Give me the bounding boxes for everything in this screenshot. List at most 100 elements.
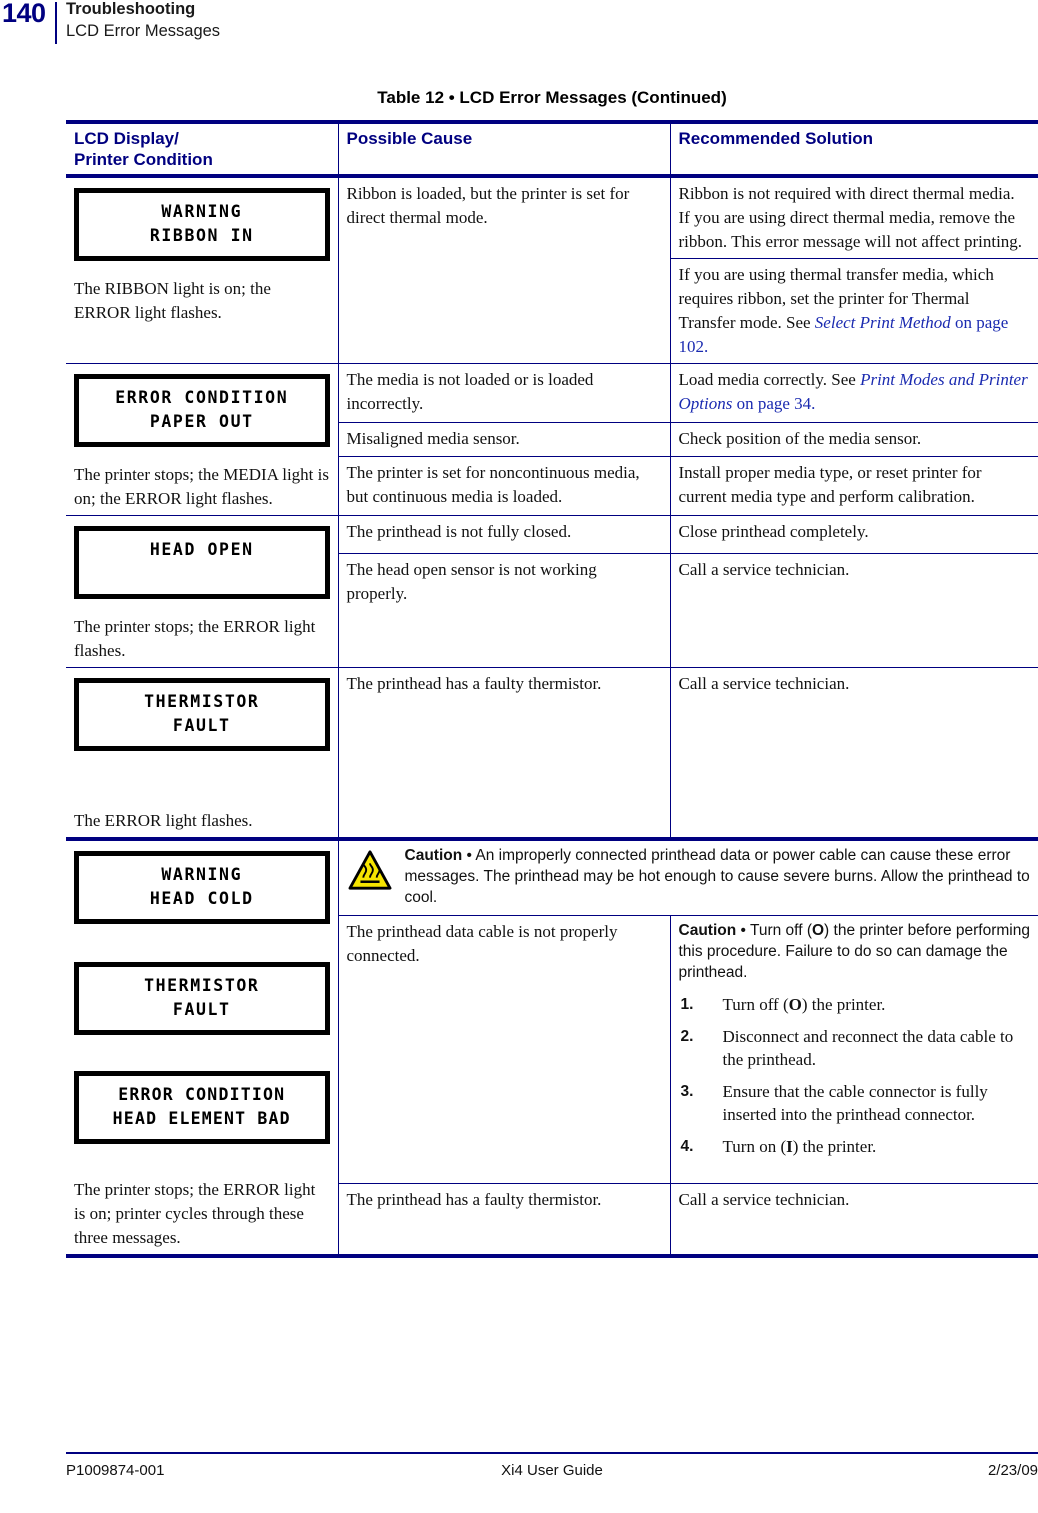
recommended-solution-cell: Call a service technician. (669, 553, 1038, 668)
hot-surface-warning-icon (347, 849, 393, 891)
inline-caution-note: Caution • Turn off (O) the printer befor… (679, 920, 1031, 983)
lcd-line-1: THERMISTOR (144, 976, 260, 995)
possible-cause-cell: The printhead has a faulty thermistor. (337, 667, 670, 841)
step-number: 3. (680, 1083, 694, 1101)
possible-cause-cell: The head open sensor is not working prop… (337, 553, 670, 668)
lcd-line-2: RIBBON IN (149, 226, 254, 245)
table-body: WARNING RIBBON IN The RIBBON light is on… (66, 174, 1038, 1258)
lcd-line-2: HEAD ELEMENT BAD (112, 1109, 291, 1128)
caution-label: Caution (678, 922, 737, 940)
step-text-b: ) the printer. (801, 995, 886, 1015)
caution-banner: Caution • An improperly connected printh… (347, 845, 1031, 908)
lcd-line-2 (83, 562, 321, 586)
recommended-solution-cell: Load media correctly. See Print Modes an… (669, 363, 1038, 423)
footer-document-number: P1009874-001 (66, 1462, 165, 1479)
lcd-display-thermistor-fault: THERMISTOR FAULT (74, 678, 330, 751)
table-row: WARNING RIBBON IN The RIBBON light is on… (66, 174, 1038, 364)
lcd-line-1: ERROR CONDITION (115, 388, 289, 407)
page-number: 140 (2, 0, 46, 28)
condition-cell-head-open: HEAD OPEN The printer stops; the ERROR l… (66, 515, 338, 668)
solution-text-pre: Load media correctly. See (678, 370, 861, 389)
lcd-line-2: PAPER OUT (149, 412, 254, 431)
header-titles: Troubleshooting LCD Error Messages (66, 0, 220, 42)
lcd-error-messages-table: LCD Display/ Printer Condition Possible … (66, 120, 1038, 1258)
possible-cause-cell: The printer is set for noncontinuous med… (337, 456, 670, 516)
caution-banner-cell: Caution • An improperly connected printh… (337, 839, 1038, 917)
recommended-solution-cell: Caution • Turn off (O) the printer befor… (669, 915, 1038, 1184)
list-item: 1. Turn off (O) the printer. (679, 993, 1031, 1016)
section-title: LCD Error Messages (66, 22, 221, 40)
printer-condition-text: The printer stops; the ERROR light flash… (74, 617, 316, 660)
table-caption: Table 12 • LCD Error Messages (Continued… (377, 88, 727, 107)
condition-cell-paper-out: ERROR CONDITION PAPER OUT The printer st… (66, 363, 338, 516)
lcd-display-thermistor-fault-2: THERMISTOR FAULT (74, 962, 330, 1035)
cross-reference-link[interactable]: Select Print Method (815, 313, 951, 332)
lcd-display-warning-head-cold: WARNING HEAD COLD (74, 851, 330, 924)
caution-body: An improperly connected printhead data o… (404, 847, 1030, 906)
caution-text-a: Turn off ( (749, 922, 812, 940)
page-footer: P1009874-001 Xi4 User Guide 2/23/09 (66, 1462, 1038, 1479)
step-text-a: Ensure that the cable connector is fully… (722, 1082, 988, 1125)
condition-cell-thermistor-fault: THERMISTOR FAULT The ERROR light flashes… (66, 667, 338, 841)
step-number: 1. (680, 996, 694, 1014)
list-item: 3. Ensure that the cable connector is ful… (679, 1080, 1031, 1126)
lcd-line-2: FAULT (172, 1000, 231, 1019)
recommended-solution-cell: Check position of the media sensor. (669, 422, 1038, 458)
chapter-title: Troubleshooting (66, 0, 196, 18)
list-item: 2. Disconnect and reconnect the data cabl… (679, 1025, 1031, 1071)
step-number: 4. (680, 1138, 694, 1156)
possible-cause-cell: The printhead is not fully closed. (337, 515, 670, 554)
possible-cause-cell: The media is not loaded or is loaded inc… (337, 363, 670, 423)
lcd-line-2: FAULT (172, 716, 231, 735)
condition-cell-head-cold-group: WARNING HEAD COLD THERMISTOR FAULT ERROR… (66, 839, 338, 1258)
lcd-line-1: WARNING (161, 865, 243, 884)
caution-banner-text: Caution • An improperly connected printh… (405, 845, 1031, 908)
power-symbol-off: O (811, 922, 825, 940)
column-header-lcd-display-line2: Printer Condition (74, 150, 213, 169)
table-row: HEAD OPEN The printer stops; the ERROR l… (66, 515, 1038, 668)
footer-date: 2/23/09 (987, 1462, 1038, 1479)
recommended-solution-cell: Close printhead completely. (669, 515, 1038, 554)
step-text-a: Disconnect and reconnect the data cable … (722, 1027, 1014, 1070)
lcd-line-1: HEAD OPEN (149, 540, 254, 559)
possible-cause-cell: The printhead data cable is not properly… (337, 915, 670, 1184)
column-header-lcd-display-line1: LCD Display/ (74, 129, 179, 148)
lcd-line-2: HEAD COLD (149, 889, 254, 908)
column-header-lcd-display: LCD Display/ Printer Condition (66, 120, 338, 177)
lcd-display-error-condition-head-element-bad: ERROR CONDITION HEAD ELEMENT BAD (74, 1071, 330, 1144)
recommended-solution-cell: Ribbon is not required with direct therm… (669, 174, 1038, 259)
possible-cause-cell: The printhead has a faulty thermistor. (337, 1183, 670, 1258)
footer-divider-rule (66, 1452, 1038, 1454)
recommended-solution-cell: Call a service technician. (669, 1183, 1038, 1258)
table-header: LCD Display/ Printer Condition Possible … (66, 120, 1038, 177)
step-text-a: Turn off ( (722, 995, 789, 1015)
lcd-line-1: THERMISTOR (144, 692, 260, 711)
printer-condition-text: The ERROR light flashes. (74, 811, 253, 830)
footer-guide-title: Xi4 User Guide (501, 1462, 603, 1479)
table-row: WARNING HEAD COLD THERMISTOR FAULT ERROR… (66, 839, 1038, 1258)
table-row: ERROR CONDITION PAPER OUT The printer st… (66, 363, 1038, 516)
caution-separator: • (736, 922, 750, 940)
condition-cell-ribbon-in: WARNING RIBBON IN The RIBBON light is on… (66, 174, 338, 364)
lcd-line-1: ERROR CONDITION (118, 1085, 286, 1104)
caution-label: Caution (404, 847, 463, 864)
power-symbol-off: O (788, 995, 802, 1015)
caution-separator: • (462, 847, 476, 864)
step-text-b: ) the printer. (792, 1137, 877, 1157)
lcd-display-head-open: HEAD OPEN (74, 526, 330, 599)
printer-condition-text: The printer stops; the ERROR light is on… (74, 1180, 316, 1247)
lcd-display-error-condition-paper-out: ERROR CONDITION PAPER OUT (74, 374, 330, 447)
column-header-possible-cause: Possible Cause (337, 120, 670, 177)
table-header-row: LCD Display/ Printer Condition Possible … (66, 120, 1038, 177)
possible-cause-cell: Misaligned media sensor. (337, 422, 670, 458)
printer-condition-text: The RIBBON light is on; the ERROR light … (74, 279, 271, 322)
table-row: THERMISTOR FAULT The ERROR light flashes… (66, 667, 1038, 841)
procedure-steps-list: 1. Turn off (O) the printer. 2. Disconnect… (679, 993, 1031, 1158)
cross-reference-page[interactable]: on page 34. (732, 394, 816, 413)
step-text-a: Turn on ( (722, 1137, 787, 1157)
page-header: 140 Troubleshooting LCD Error Messages (0, 0, 1038, 56)
recommended-solution-cell: Install proper media type, or reset prin… (669, 456, 1038, 516)
column-header-recommended-solution: Recommended Solution (669, 120, 1038, 177)
printer-condition-text: The printer stops; the MEDIA light is on… (74, 465, 329, 508)
step-number: 2. (680, 1028, 694, 1046)
